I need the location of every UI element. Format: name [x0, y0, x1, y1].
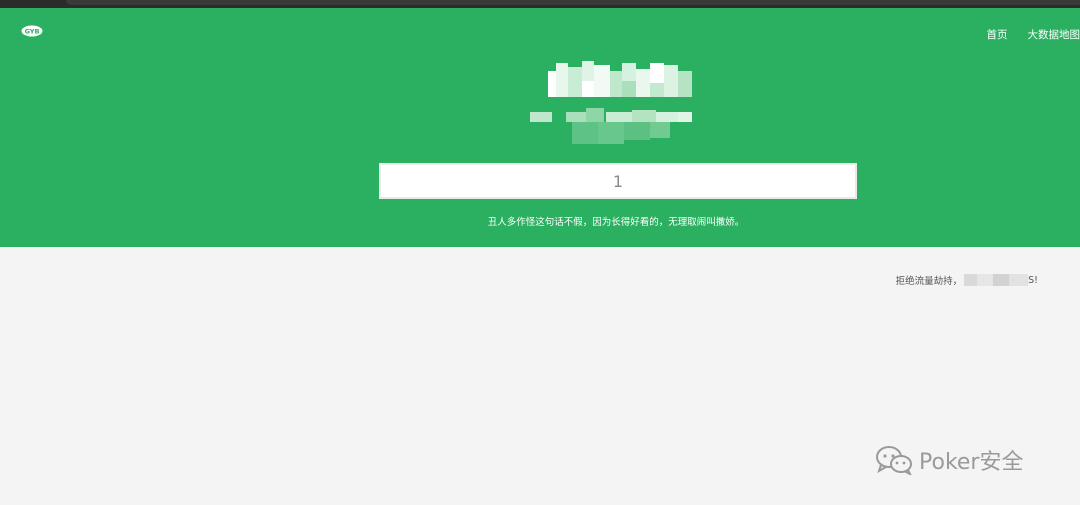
anti-hijack-notice: 拒绝流量劫持， S! — [896, 273, 1038, 287]
wechat-icon — [876, 446, 912, 475]
hero-tagline: 丑人多作怪这句话不假，因为长得好看的，无理取闹叫撒娇。 — [487, 217, 745, 228]
hero-banner: GYB 首页 大数据地图 丑人多作怪这句话不假，因为长得 — [0, 8, 1080, 247]
search-input[interactable] — [381, 164, 855, 198]
notice-redacted-text — [964, 274, 1029, 286]
browser-address-bar[interactable] — [66, 0, 1080, 5]
nav-home-link[interactable]: 首页 — [987, 27, 1008, 42]
wechat-watermark: Poker安全 — [875, 444, 1023, 476]
top-nav: 首页 大数据地图 — [987, 27, 1080, 42]
notice-prefix: 拒绝流量劫持， — [895, 276, 963, 287]
svg-text:GYB: GYB — [25, 27, 40, 35]
watermark-text: Poker安全 — [919, 450, 1024, 475]
pixelated-site-subtitle — [530, 108, 692, 144]
browser-top-bar — [0, 0, 1080, 8]
notice-suffix: S! — [1028, 274, 1038, 286]
search-box[interactable] — [379, 163, 857, 199]
pixelated-site-title — [548, 61, 692, 97]
site-logo-icon[interactable]: GYB — [21, 25, 43, 37]
nav-bigdata-map-link[interactable]: 大数据地图 — [1028, 27, 1080, 42]
